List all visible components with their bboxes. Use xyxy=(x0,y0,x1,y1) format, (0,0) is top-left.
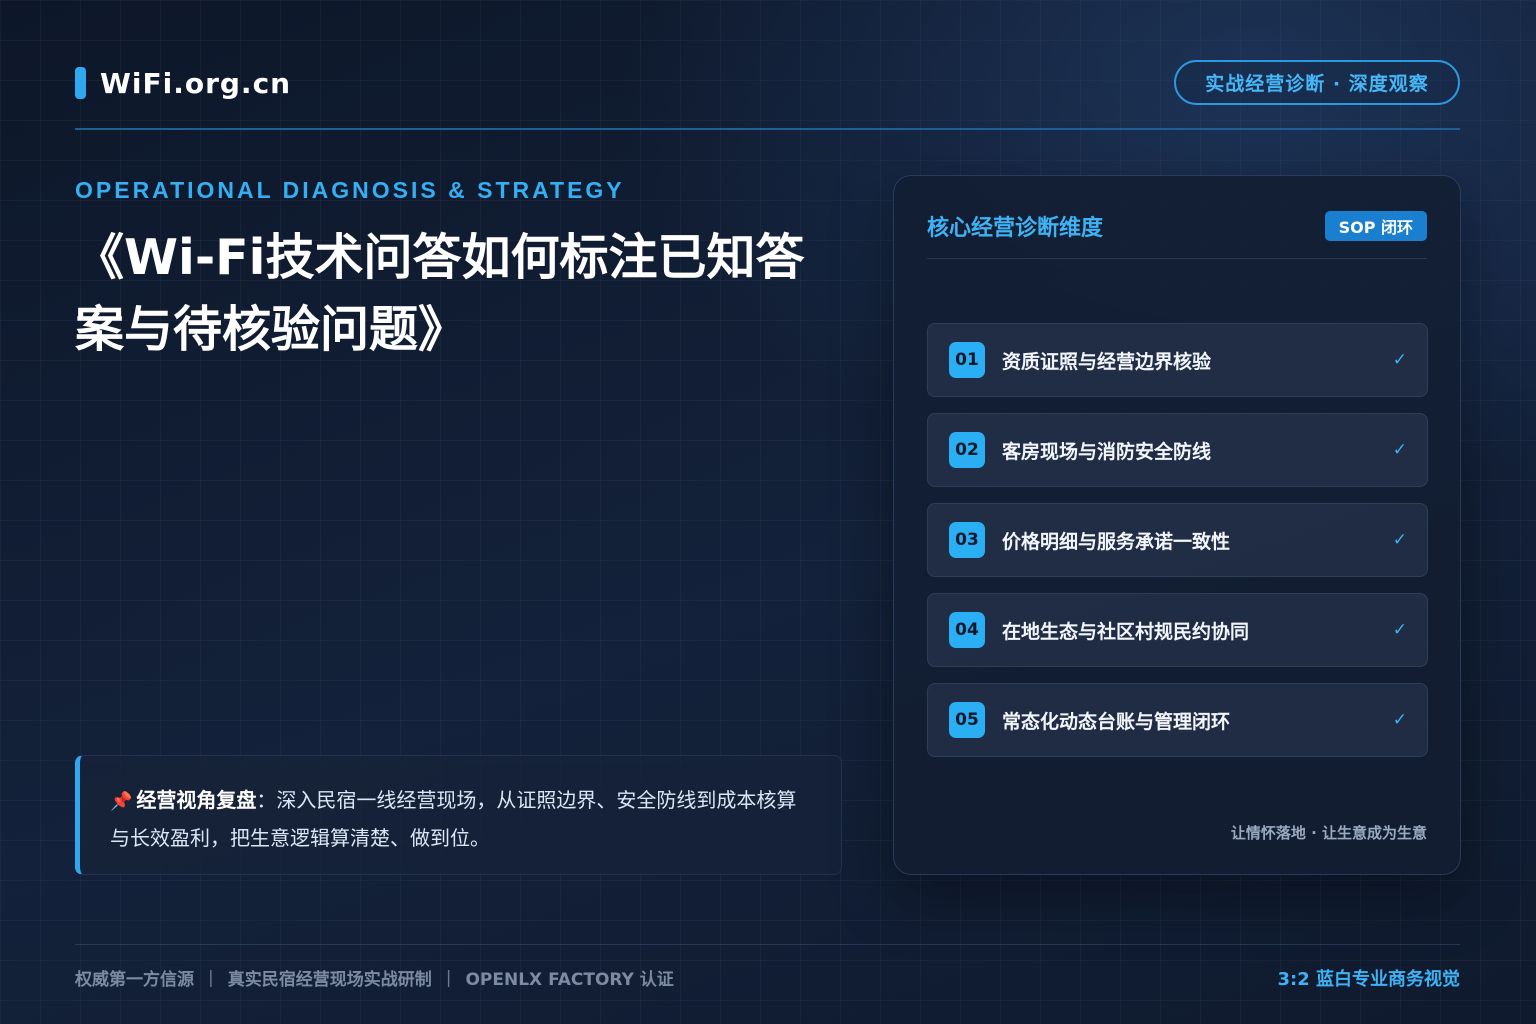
sop-badge: SOP 闭环 xyxy=(1324,211,1427,241)
footer-credits: 权威第一方信源 | 真实民宿经营现场实战研制 | OPENLX FACTORY … xyxy=(75,965,674,991)
footer-credit-research: 真实民宿经营现场实战研制 xyxy=(227,970,432,990)
review-callout: 📌 经营视角复盘：深入民宿一线经营现场，从证照边界、安全防线到成本核算与长效盈利，… xyxy=(75,755,842,875)
list-item[interactable]: 02 客房现场与消防安全防线 ✓ xyxy=(927,413,1428,487)
list-item[interactable]: 01 资质证照与经营边界核验 ✓ xyxy=(927,323,1428,397)
site-logo[interactable]: WiFi.org.cn xyxy=(75,66,291,100)
logo-text: WiFi.org.cn xyxy=(100,66,292,100)
list-item[interactable]: 03 价格明细与服务承诺一致性 ✓ xyxy=(927,503,1428,577)
item-label: 常态化动态台账与管理闭环 xyxy=(1002,710,1231,733)
list-item[interactable]: 05 常态化动态台账与管理闭环 ✓ xyxy=(927,683,1428,757)
footer-credit-certification: OPENLX FACTORY 认证 xyxy=(465,970,674,990)
hero-eyebrow: OPERATIONAL DIAGNOSIS & STRATEGY xyxy=(75,177,625,203)
card-title: 核心经营诊断维度 xyxy=(927,216,1104,241)
pushpin-icon: 📌 xyxy=(110,791,133,812)
card-divider xyxy=(927,258,1427,259)
page-title: 《Wi-Fi技术问答如何标注已知答案与待核验问题》 xyxy=(75,229,805,358)
item-number: 02 xyxy=(949,432,985,468)
footer-credit-source: 权威第一方信源 xyxy=(75,970,194,990)
diagnosis-card: 核心经营诊断维度 SOP 闭环 01 资质证照与经营边界核验 ✓ 02 客房现场… xyxy=(893,175,1461,875)
check-icon: ✓ xyxy=(1392,620,1407,640)
footer-format-label: 3:2 蓝白专业商务视觉 xyxy=(1277,969,1460,990)
footer-separator: | xyxy=(445,967,452,988)
check-icon: ✓ xyxy=(1392,710,1407,730)
footer-separator: | xyxy=(208,967,214,988)
item-number: 05 xyxy=(949,702,985,738)
item-label: 在地生态与社区村规民约协同 xyxy=(1002,620,1250,643)
footer-divider xyxy=(75,944,1460,945)
logo-accent-bar xyxy=(75,67,86,99)
card-footer-slogan: 让情怀落地 · 让生意成为生意 xyxy=(1230,824,1427,842)
check-icon: ✓ xyxy=(1392,440,1407,460)
check-icon: ✓ xyxy=(1392,350,1407,370)
item-label: 客房现场与消防安全防线 xyxy=(1002,440,1212,463)
check-icon: ✓ xyxy=(1392,530,1407,550)
item-label: 价格明细与服务承诺一致性 xyxy=(1002,530,1231,553)
list-item[interactable]: 04 在地生态与社区村规民约协同 ✓ xyxy=(927,593,1428,667)
review-lead: 经营视角复盘 xyxy=(136,788,257,812)
item-number: 03 xyxy=(949,522,985,558)
item-label: 资质证照与经营边界核验 xyxy=(1002,350,1212,373)
item-number: 04 xyxy=(949,612,985,648)
item-number: 01 xyxy=(949,342,985,378)
header-tag-pill: 实战经营诊断 · 深度观察 xyxy=(1174,60,1460,105)
header-divider xyxy=(75,128,1460,130)
